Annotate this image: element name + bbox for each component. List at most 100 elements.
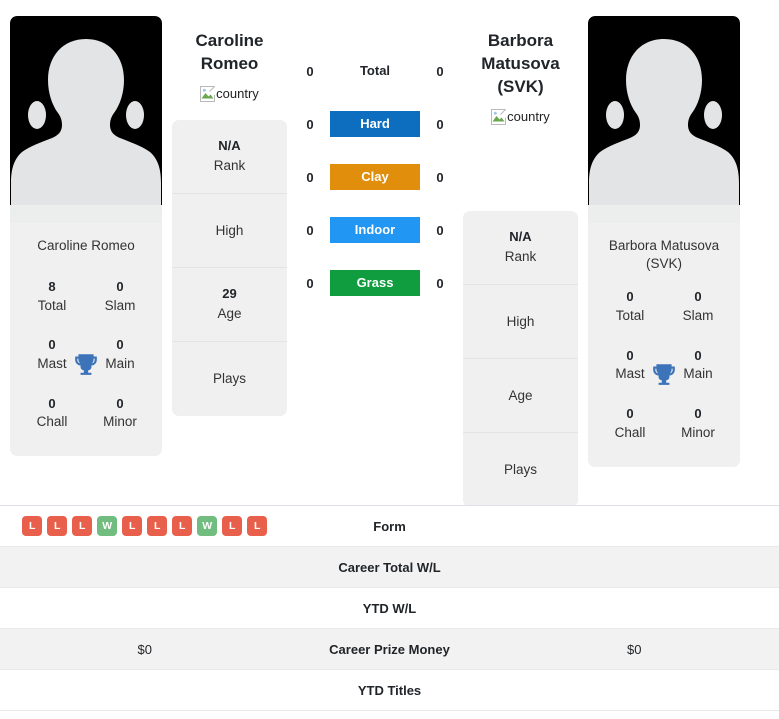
surface-row-clay: 0 Clay 0	[287, 164, 463, 190]
stat-value: 0	[694, 289, 702, 305]
player-photo-left	[10, 16, 162, 223]
surface-comparison-column: 0 Total 0 0 Hard 0 0 Clay 0 0 Indoor 0 0	[287, 8, 463, 296]
stat-label: Chall	[36, 414, 68, 430]
country-flag-alt-left: country	[216, 86, 259, 102]
comparison-header: Caroline Romeo 8 Total 0 Slam 0 Mast 0 M…	[0, 0, 779, 507]
country-flag-left: country	[200, 85, 259, 102]
photo-base-strip	[10, 205, 162, 223]
player-card-name-right: Barbora Matusova (SVK)	[608, 238, 720, 272]
surface-value-left: 0	[306, 63, 314, 79]
form-badge-loss[interactable]: L	[47, 516, 68, 536]
stats-row-label: YTD Titles	[357, 682, 422, 698]
surface-value-left: 0	[306, 275, 314, 291]
surface-value-left: 0	[306, 222, 314, 238]
stat-value: 8	[48, 279, 56, 294]
surface-label-hard: Hard	[330, 111, 420, 137]
stat-slam-left: 0 Slam	[86, 277, 154, 315]
player-title-line-1: Barbora	[487, 31, 554, 50]
stat-value: 0	[626, 406, 634, 422]
stat-value: 0	[116, 279, 124, 294]
stat-label: Minor	[103, 414, 137, 430]
stats-value-right: $0	[627, 641, 642, 657]
stat-value: 0	[48, 395, 56, 411]
player-card-name-left: Caroline Romeo	[37, 238, 135, 253]
surface-label-indoor: Indoor	[330, 217, 420, 243]
form-badge-win[interactable]: W	[197, 516, 218, 536]
surface-row-total: 0 Total 0	[287, 58, 463, 84]
info-label: Plays	[212, 371, 246, 387]
info-label: High	[215, 222, 244, 238]
stat-value: 0	[694, 406, 702, 422]
career-stats-table: L L L W L L L W L L Form Career Total W/L YTD W/L $0 C…	[0, 505, 779, 711]
stats-value-left: LLLWLLLWLL	[0, 516, 290, 536]
form-badge-loss[interactable]: L	[172, 516, 193, 536]
stats-row-ytd-titles: YTD Titles	[0, 670, 779, 711]
titles-grid-right: 0 Total 0 Slam 0 Mast 0 Main 0 Chall 0 M…	[588, 279, 740, 466]
form-badge-loss[interactable]: L	[147, 516, 168, 536]
stat-label: Slam	[682, 307, 714, 323]
player-title-right: Barbora Matusova (SVK)	[463, 30, 578, 99]
form-badge-loss[interactable]: L	[72, 516, 93, 536]
info-label: Age	[217, 306, 242, 322]
surface-value-left: 0	[306, 169, 314, 185]
stat-minor-right: 0 Minor	[664, 404, 732, 442]
stat-chall-left: 0 Chall	[18, 394, 86, 432]
trophy-icon	[75, 353, 97, 375]
stat-slam-right: 0 Slam	[664, 287, 732, 325]
form-badge-list: LLLWLLLWLL	[6, 516, 284, 536]
info-age-right: Age	[463, 359, 578, 433]
form-badge-loss[interactable]: L	[222, 516, 243, 536]
info-label: Plays	[503, 462, 537, 478]
stats-row-form: L L L W L L L W L L Form	[0, 506, 779, 547]
stat-value: 0	[116, 395, 124, 411]
info-high-right: High	[463, 285, 578, 359]
surface-value-right: 0	[436, 169, 444, 185]
surface-row-hard: 0 Hard 0	[287, 111, 463, 137]
stats-row-label: Form	[373, 518, 406, 534]
player-info-card-right: N/A Rank High Age Plays	[463, 210, 578, 507]
form-badge-loss[interactable]: L	[22, 516, 43, 536]
stat-value: 0	[626, 289, 634, 305]
surface-row-grass: 0 Grass 0	[287, 270, 463, 296]
player-photo-right	[588, 16, 740, 223]
broken-image-icon	[491, 108, 507, 125]
stat-total-right: 0 Total	[596, 287, 664, 325]
stats-row-ytd-wl: YTD W/L	[0, 588, 779, 629]
country-flag-right: country	[491, 108, 550, 125]
stats-row-label: Career Prize Money	[329, 641, 450, 657]
player-avatar-placeholder-icon	[11, 39, 161, 223]
stat-label: Slam	[104, 297, 136, 313]
info-rank-left: N/A Rank	[172, 120, 287, 194]
form-badge-loss[interactable]: L	[247, 516, 268, 536]
trophy-icon	[653, 364, 675, 385]
form-badge-loss[interactable]: L	[122, 516, 143, 536]
form-badge-win[interactable]: W	[97, 516, 118, 536]
stat-label: Chall	[614, 424, 646, 440]
surface-row-indoor: 0 Indoor 0	[287, 217, 463, 243]
player-title-left: Caroline Romeo	[195, 30, 263, 76]
player-name-column-right: Barbora Matusova (SVK) country N/A Rank	[463, 8, 578, 507]
surface-value-right: 0	[436, 222, 444, 238]
stats-row-career-prize-money: $0 Career Prize Money $0	[0, 629, 779, 670]
stat-label: Minor	[681, 424, 715, 440]
stat-minor-left: 0 Minor	[86, 394, 154, 432]
info-high-left: High	[172, 194, 287, 268]
stats-row-label: Career Total W/L	[338, 559, 441, 575]
broken-image-icon	[200, 85, 216, 102]
photo-base-strip	[588, 205, 740, 223]
stat-chall-right: 0 Chall	[596, 404, 664, 442]
info-label: High	[506, 313, 535, 329]
info-label: Rank	[504, 248, 537, 264]
player-card-left[interactable]: Caroline Romeo 8 Total 0 Slam 0 Mast 0 M…	[10, 16, 162, 457]
info-plays-right: Plays	[463, 433, 578, 507]
stats-row-career-total-wl: Career Total W/L	[0, 547, 779, 588]
stat-label: Total	[615, 307, 645, 323]
player-card-right[interactable]: Barbora Matusova (SVK) 0 Total 0 Slam 0 …	[588, 16, 740, 467]
player-title-line-2: Romeo	[200, 53, 259, 73]
country-flag-alt-right: country	[507, 109, 550, 125]
player-avatar-placeholder-icon	[589, 39, 739, 223]
info-age-left: 29 Age	[172, 268, 287, 342]
surface-label-clay: Clay	[330, 164, 420, 190]
info-plays-left: Plays	[172, 342, 287, 416]
surface-label-total: Total	[359, 63, 391, 78]
